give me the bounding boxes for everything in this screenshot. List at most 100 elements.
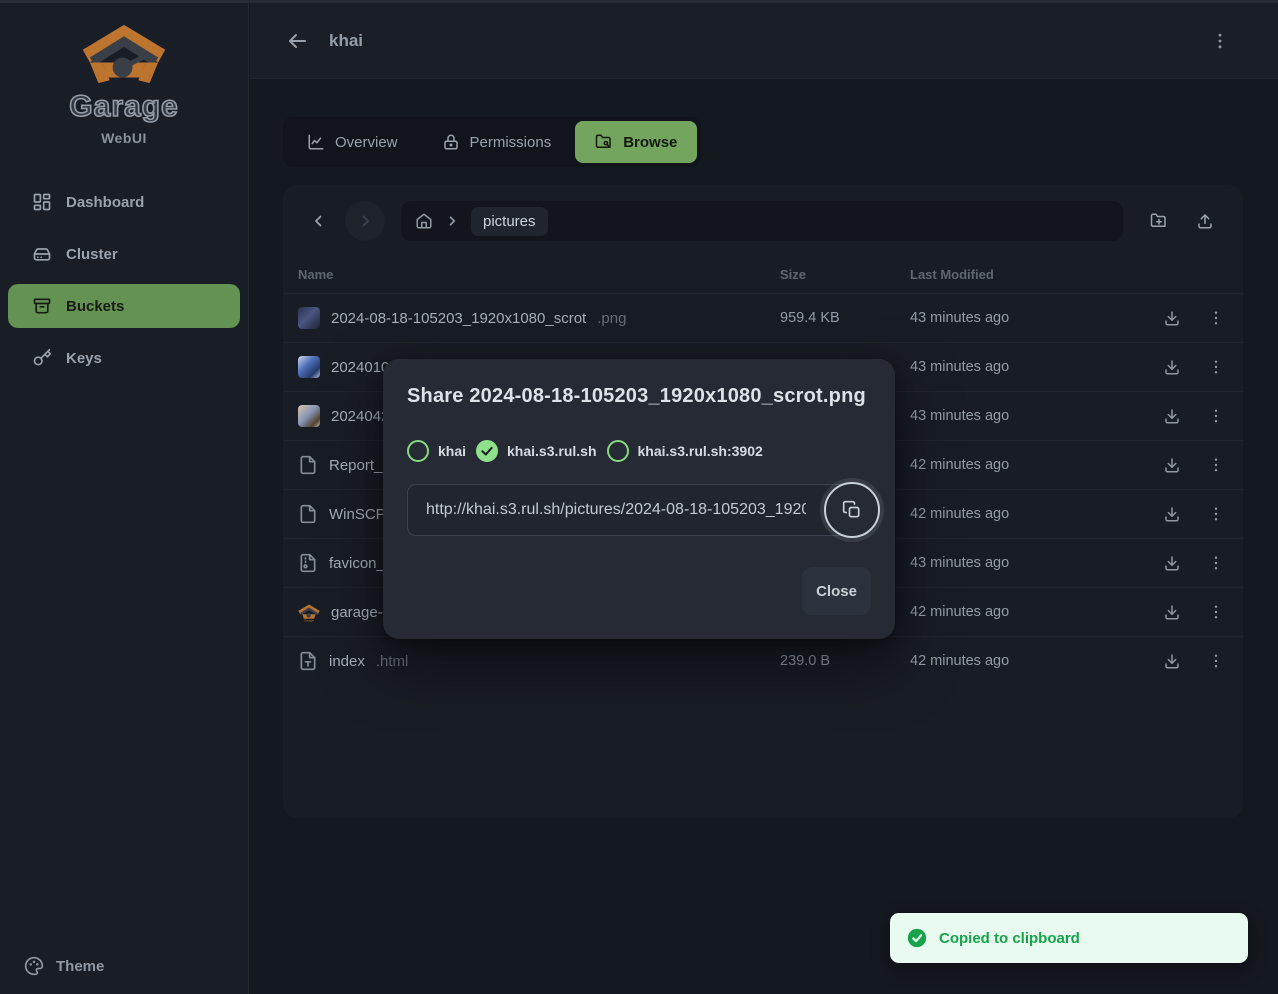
tab-label: Browse xyxy=(623,134,677,151)
download-button[interactable] xyxy=(1150,492,1194,536)
close-button[interactable]: Close xyxy=(802,567,871,615)
kebab-menu-icon xyxy=(1207,407,1225,425)
archive-box-icon xyxy=(32,296,52,316)
chevron-separator-icon xyxy=(443,212,461,230)
share-modal: Share 2024-08-18-105203_1920x1080_scrot.… xyxy=(383,359,895,639)
theme-button[interactable]: Theme xyxy=(24,956,104,976)
download-button[interactable] xyxy=(1150,345,1194,389)
download-icon xyxy=(1163,407,1181,425)
radio-unchecked-icon xyxy=(407,440,429,462)
row-menu-button[interactable] xyxy=(1194,492,1238,536)
download-button[interactable] xyxy=(1150,590,1194,634)
copy-url-button[interactable] xyxy=(824,482,880,538)
upload-icon xyxy=(1196,212,1214,230)
toast-message: Copied to clipboard xyxy=(939,930,1080,947)
chevron-right-icon xyxy=(356,212,374,230)
kebab-menu-icon xyxy=(1207,603,1225,621)
page-title: khai xyxy=(329,31,363,51)
bucket-tabbar: Overview Permissions Browse xyxy=(283,117,701,167)
sidebar-item-keys[interactable]: Keys xyxy=(8,336,240,380)
file-extension: .png xyxy=(597,310,626,327)
download-icon xyxy=(1163,505,1181,523)
table-row[interactable]: 2024-08-18-105203_1920x1080_scrot.png 95… xyxy=(283,293,1243,342)
file-extension: .html xyxy=(376,653,409,670)
key-icon xyxy=(32,348,52,368)
logo: Garage WebUI xyxy=(0,0,248,146)
chart-icon xyxy=(307,133,325,151)
sidebar-item-buckets[interactable]: Buckets xyxy=(8,284,240,328)
file-modified: 42 minutes ago xyxy=(910,653,1150,669)
share-url-input[interactable] xyxy=(407,484,871,536)
column-header-modified: Last Modified xyxy=(910,267,1150,282)
file-icon xyxy=(298,504,318,524)
chevron-left-icon xyxy=(310,212,328,230)
hard-drive-icon xyxy=(32,244,52,264)
row-menu-button[interactable] xyxy=(1194,394,1238,438)
row-menu-button[interactable] xyxy=(1194,541,1238,585)
sidebar-item-dashboard[interactable]: Dashboard xyxy=(8,180,240,224)
table-header-row: Name Size Last Modified xyxy=(283,255,1243,293)
row-menu-button[interactable] xyxy=(1194,443,1238,487)
nav-forward-button xyxy=(345,201,385,241)
toast-copied: Copied to clipboard xyxy=(890,913,1248,963)
download-button[interactable] xyxy=(1150,541,1194,585)
file-modified: 43 minutes ago xyxy=(910,359,1150,375)
file-modified: 43 minutes ago xyxy=(910,310,1150,326)
column-header-name: Name xyxy=(298,267,780,282)
file-icon xyxy=(298,455,318,475)
download-button[interactable] xyxy=(1150,443,1194,487)
share-option-label: khai.s3.rul.sh xyxy=(507,443,596,459)
row-menu-button[interactable] xyxy=(1194,296,1238,340)
file-name: 2024-08-18-105203_1920x1080_scrot xyxy=(331,310,586,327)
tab-overview[interactable]: Overview xyxy=(287,121,418,163)
download-icon xyxy=(1163,358,1181,376)
file-modified: 42 minutes ago xyxy=(910,506,1150,522)
sidebar-item-label: Cluster xyxy=(66,246,118,263)
share-option-khai-s3[interactable]: khai.s3.rul.sh xyxy=(476,440,596,462)
kebab-menu-icon xyxy=(1207,652,1225,670)
palette-icon xyxy=(24,956,44,976)
sidebar-nav: Dashboard Cluster Buckets Keys xyxy=(0,180,248,380)
share-option-khai-s3-3902[interactable]: khai.s3.rul.sh:3902 xyxy=(607,440,763,462)
file-thumbnail xyxy=(298,405,320,427)
row-menu-button[interactable] xyxy=(1194,590,1238,634)
tab-permissions[interactable]: Permissions xyxy=(422,121,572,163)
file-size: 239.0 B xyxy=(780,653,910,669)
new-folder-button[interactable] xyxy=(1139,201,1179,241)
file-modified: 43 minutes ago xyxy=(910,555,1150,571)
bucket-menu-button[interactable] xyxy=(1206,27,1234,55)
radio-checked-icon xyxy=(476,440,498,462)
garage-webui-app: Garage WebUI Dashboard Cluster Bucket xyxy=(0,0,1278,994)
sidebar: Garage WebUI Dashboard Cluster Bucket xyxy=(0,0,249,994)
download-icon xyxy=(1163,309,1181,327)
share-option-khai[interactable]: khai xyxy=(407,440,466,462)
download-button[interactable] xyxy=(1150,394,1194,438)
download-button[interactable] xyxy=(1150,639,1194,683)
table-row[interactable]: index .html 239.0 B 42 minutes ago xyxy=(283,636,1243,685)
breadcrumb-current-folder[interactable]: pictures xyxy=(471,207,548,236)
file-modified: 43 minutes ago xyxy=(910,408,1150,424)
share-modal-title: Share 2024-08-18-105203_1920x1080_scrot.… xyxy=(407,385,871,408)
browse-toolbar: pictures xyxy=(283,185,1243,255)
lock-icon xyxy=(442,133,460,151)
kebab-menu-icon xyxy=(1207,309,1225,327)
download-button[interactable] xyxy=(1150,296,1194,340)
back-button[interactable] xyxy=(283,27,311,55)
dashboard-icon xyxy=(32,192,52,212)
svg-text:Garage: Garage xyxy=(304,619,314,623)
row-menu-button[interactable] xyxy=(1194,345,1238,389)
kebab-menu-icon xyxy=(1210,31,1230,51)
arrow-left-icon xyxy=(285,29,309,53)
tab-browse[interactable]: Browse xyxy=(575,121,697,163)
row-menu-button[interactable] xyxy=(1194,639,1238,683)
app-subtitle: WebUI xyxy=(0,130,248,146)
kebab-menu-icon xyxy=(1207,456,1225,474)
sidebar-item-label: Keys xyxy=(66,350,102,367)
upload-button[interactable] xyxy=(1185,201,1225,241)
file-name: index xyxy=(329,653,365,670)
nav-back-button[interactable] xyxy=(299,201,339,241)
sidebar-item-cluster[interactable]: Cluster xyxy=(8,232,240,276)
home-icon[interactable] xyxy=(415,212,433,230)
app-title: Garage xyxy=(0,90,248,124)
kebab-menu-icon xyxy=(1207,554,1225,572)
